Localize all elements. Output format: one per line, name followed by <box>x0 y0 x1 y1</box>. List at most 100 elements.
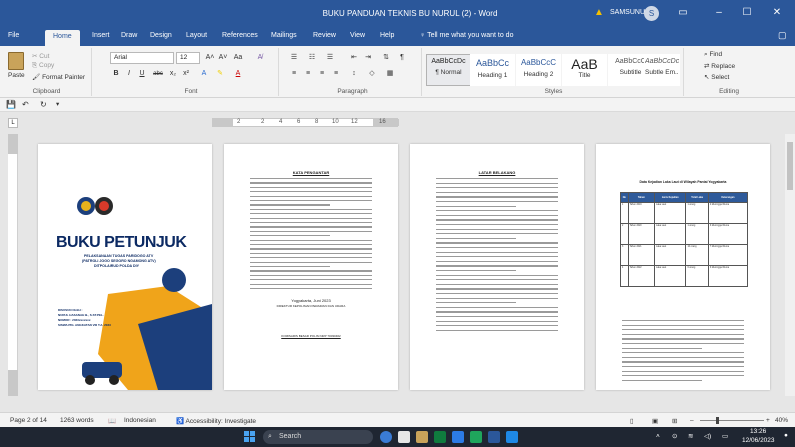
find-button[interactable]: ⌕ Find <box>704 51 722 59</box>
sheets-icon[interactable] <box>470 431 482 443</box>
vertical-scrollbar[interactable] <box>785 134 795 396</box>
strikethrough-button[interactable]: abc <box>151 68 165 80</box>
decrease-indent-icon[interactable]: ⇤ <box>348 52 360 64</box>
zoom-slider[interactable] <box>700 420 764 421</box>
zoom-in-button[interactable]: + <box>766 417 770 424</box>
increase-indent-icon[interactable]: ⇥ <box>362 52 374 64</box>
subscript-button[interactable]: x₂ <box>167 68 179 80</box>
bullets-icon[interactable]: ☰ <box>288 52 300 64</box>
align-center-icon[interactable]: ≡ <box>302 68 314 80</box>
taskbar-search[interactable]: ⌕ Search <box>263 430 373 444</box>
cut-button[interactable]: ✂ Cut <box>32 52 49 60</box>
page-count[interactable]: Page 2 of 14 <box>10 417 47 424</box>
italic-button[interactable]: I <box>123 68 135 80</box>
numbering-icon[interactable]: ☷ <box>306 52 318 64</box>
notification-icon[interactable]: ● <box>784 432 788 439</box>
redo-icon[interactable]: ↻ <box>40 100 47 109</box>
highlight-icon[interactable]: ✎ <box>214 68 226 80</box>
chrome-icon[interactable] <box>380 431 392 443</box>
page-kata-pengantar[interactable]: KATA PENGANTAR Yogyakarta, Juni 2023 DIR… <box>224 144 398 390</box>
zoom-slider-thumb[interactable] <box>716 417 719 424</box>
tab-selector[interactable]: L <box>8 118 18 128</box>
zoom-level[interactable]: 40% <box>775 417 788 424</box>
format-painter-button[interactable]: 🖌 Format Painter <box>32 73 85 81</box>
pilcrow-icon[interactable]: ¶ <box>396 52 408 64</box>
clock-date[interactable]: 12/06/2023 <box>742 437 775 444</box>
warning-icon[interactable]: ▲ <box>594 7 604 18</box>
borders-icon[interactable]: ▦ <box>384 68 396 80</box>
font-color-icon[interactable]: A <box>232 68 244 80</box>
battery-icon[interactable]: ▭ <box>722 432 728 440</box>
scrollbar-thumb[interactable] <box>787 142 793 190</box>
tab-mailings[interactable]: Mailings <box>271 32 297 39</box>
font-name-input[interactable]: Arial <box>110 52 174 64</box>
shading-icon[interactable]: ◇ <box>366 68 378 80</box>
tab-references[interactable]: References <box>222 32 258 39</box>
minimize-icon[interactable]: – <box>708 5 730 21</box>
tab-home[interactable]: Home <box>45 30 80 46</box>
task-view-icon[interactable] <box>398 431 410 443</box>
tab-review[interactable]: Review <box>313 32 336 39</box>
read-mode-icon[interactable]: ▯ <box>630 417 634 425</box>
text-effects-icon[interactable]: A <box>198 68 210 80</box>
volume-icon[interactable]: ◁) <box>704 432 711 440</box>
page-cover[interactable]: BUKU PETUNJUK PELAKSANAAN TUGAS PARIDOGO… <box>38 144 212 390</box>
style-subtle-emphasis[interactable]: AaBbCcDc Subtle Em... <box>644 54 680 86</box>
replace-button[interactable]: ⇄ Replace <box>704 62 735 70</box>
grow-font-icon[interactable]: A˄ <box>204 52 216 64</box>
word-count[interactable]: 1263 words <box>60 417 94 424</box>
tab-draw[interactable]: Draw <box>121 32 137 39</box>
document-area[interactable]: BUKU PETUNJUK PELAKSANAAN TUGAS PARIDOGO… <box>18 134 783 396</box>
change-case-icon[interactable]: Aa <box>232 52 244 64</box>
ruler-bar[interactable]: 2 2 4 6 8 10 12 16 <box>212 118 399 127</box>
clear-format-icon[interactable]: A̸ <box>254 52 266 64</box>
tab-insert[interactable]: Insert <box>92 32 110 39</box>
accessibility-status[interactable]: ♿ Accessibility: Investigate <box>176 417 256 425</box>
proofing-icon[interactable]: 📖 <box>108 417 116 425</box>
vertical-ruler[interactable] <box>8 134 18 396</box>
start-icon[interactable] <box>244 431 256 443</box>
store-icon[interactable] <box>452 431 464 443</box>
font-size-input[interactable]: 12 <box>176 52 200 64</box>
customize-qat-icon[interactable]: ▾ <box>56 100 59 108</box>
web-layout-icon[interactable]: ⊞ <box>672 417 677 425</box>
multilevel-list-icon[interactable]: ☰ <box>324 52 336 64</box>
page-data-kejadian[interactable]: Data Kejadian Laka Laut di Wilayah Panta… <box>596 144 770 390</box>
underline-button[interactable]: U <box>136 68 148 80</box>
show-hidden-icons[interactable]: ˄ <box>656 433 660 440</box>
align-left-icon[interactable]: ≡ <box>288 68 300 80</box>
undo-icon[interactable]: ↶ <box>22 100 29 109</box>
close-icon[interactable]: ✕ <box>766 5 788 21</box>
paste-icon[interactable] <box>8 52 24 70</box>
page-latar-belakang[interactable]: LATAR BELAKANG <box>410 144 584 390</box>
user-name[interactable]: SAMSUNU <box>610 9 645 16</box>
style-normal[interactable]: AaBbCcDc ¶ Normal <box>426 54 471 86</box>
tab-help[interactable]: Help <box>380 32 394 39</box>
superscript-button[interactable]: x² <box>180 68 192 80</box>
print-layout-icon[interactable]: ▣ <box>652 417 658 425</box>
language-status[interactable]: Indonesian <box>124 417 156 424</box>
tab-layout[interactable]: Layout <box>186 32 207 39</box>
ribbon-display-icon[interactable]: ▭ <box>672 5 694 21</box>
sort-icon[interactable]: ⇅ <box>380 52 392 64</box>
line-spacing-icon[interactable]: ↕ <box>348 68 360 80</box>
tell-me-box[interactable]: ♀ Tell me what you want to do <box>420 32 513 39</box>
location-icon[interactable]: ⊙ <box>672 432 677 440</box>
wifi-icon[interactable]: ≋ <box>688 432 693 440</box>
copy-button[interactable]: ⎘ Copy <box>32 62 54 70</box>
select-button[interactable]: ↖ Select <box>704 73 729 81</box>
justify-icon[interactable]: ≡ <box>330 68 342 80</box>
style-heading-2[interactable]: AaBbCcC Heading 2 <box>516 54 561 86</box>
edge-icon[interactable] <box>506 431 518 443</box>
comment-icon[interactable]: ▢ <box>778 30 787 41</box>
clock-time[interactable]: 13:26 <box>750 428 766 435</box>
word-icon[interactable] <box>488 431 500 443</box>
align-right-icon[interactable]: ≡ <box>316 68 328 80</box>
maximize-icon[interactable]: ☐ <box>736 5 758 21</box>
style-title[interactable]: AaB Title <box>562 54 607 86</box>
avatar[interactable]: S <box>644 6 659 21</box>
style-heading-1[interactable]: AaBbCc Heading 1 <box>470 54 515 86</box>
app-icon[interactable] <box>434 431 446 443</box>
file-explorer-icon[interactable] <box>416 431 428 443</box>
tab-file[interactable]: File <box>8 32 19 39</box>
